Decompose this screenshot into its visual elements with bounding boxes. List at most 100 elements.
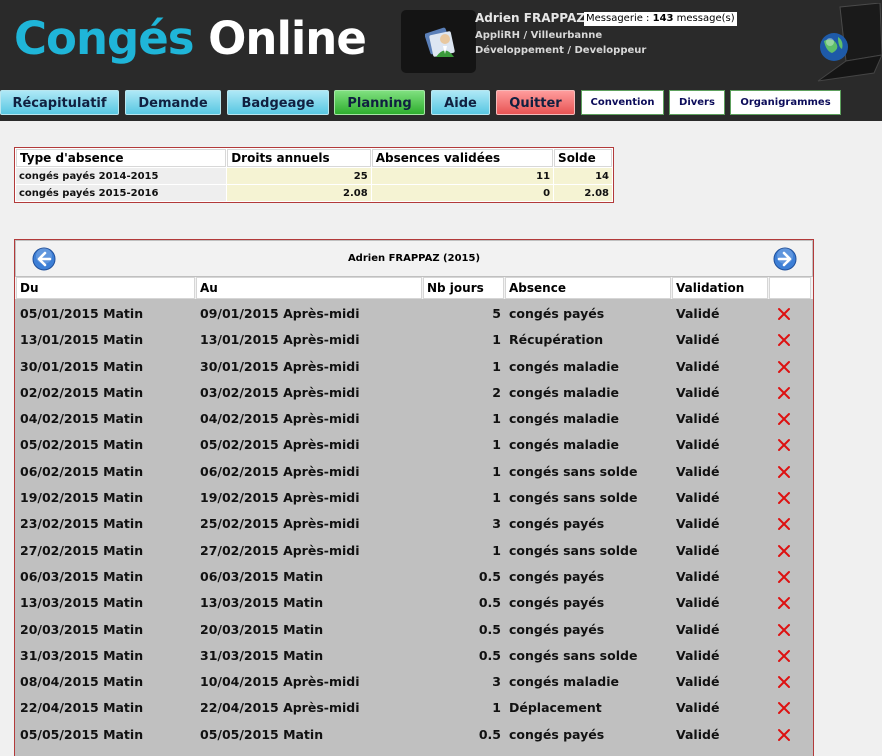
cell-du: 27/02/2015 Matin xyxy=(20,542,144,558)
cell-au: 25/02/2015 Après-midi xyxy=(200,516,360,532)
summary-cell-droits: 25 xyxy=(227,168,371,184)
red-x-icon[interactable] xyxy=(777,544,791,558)
cell-du: 13/01/2015 Matin xyxy=(20,332,144,348)
cell-absence: congés sans solde xyxy=(509,463,638,479)
cell-nb-jours: 1 xyxy=(492,437,501,453)
nav-badgeage-button[interactable]: Badgeage xyxy=(227,90,329,115)
cell-au: 13/01/2015 Après-midi xyxy=(200,332,360,348)
cell-nb-jours: 1 xyxy=(492,411,501,427)
red-x-icon[interactable] xyxy=(777,438,791,452)
cell-au: 04/02/2015 Après-midi xyxy=(200,411,360,427)
col-header-du[interactable]: Du xyxy=(16,277,195,299)
nav-quitter-button[interactable]: Quitter xyxy=(496,90,575,115)
red-x-icon[interactable] xyxy=(777,728,791,742)
table-row: 22/04/2015 Matin 22/04/2015 Après-midi 1 Dé… xyxy=(15,695,813,721)
cell-validation: Validé xyxy=(676,437,720,453)
table-row: 20/03/2015 Matin 20/03/2015 Matin 0.5 congé… xyxy=(15,617,813,643)
cell-du: 05/01/2015 Matin xyxy=(20,306,144,321)
table-row: 30/01/2015 Matin 30/01/2015 Après-midi 1 co… xyxy=(15,354,813,380)
col-header-nb-jours[interactable]: Nb jours xyxy=(423,277,504,299)
col-header-absence[interactable]: Absence xyxy=(505,277,671,299)
red-x-icon[interactable] xyxy=(777,701,791,715)
cell-validation: Validé xyxy=(676,516,720,532)
list-rows: 05/01/2015 Matin 09/01/2015 Après-midi 5 co… xyxy=(15,301,813,748)
red-x-icon[interactable] xyxy=(777,649,791,663)
cell-au: 05/05/2015 Matin xyxy=(200,726,324,742)
cell-nb-jours: 2 xyxy=(492,384,501,400)
col-header-au[interactable]: Au xyxy=(196,277,422,299)
cell-validation: Validé xyxy=(676,463,720,479)
list-header-bar: Adrien FRAPPAZ (2015) xyxy=(16,241,812,276)
red-x-icon[interactable] xyxy=(777,570,791,584)
cell-nb-jours: 1 xyxy=(492,700,501,716)
red-x-icon[interactable] xyxy=(777,623,791,637)
laptop-globe-icon xyxy=(817,3,882,82)
red-x-icon[interactable] xyxy=(777,386,791,400)
user-card-icon xyxy=(425,27,455,57)
nav-organigrammes-button[interactable]: Organigrammes xyxy=(730,90,841,115)
cell-au: 31/03/2015 Matin xyxy=(200,647,324,663)
user-department: Développement / Developpeur xyxy=(475,45,647,56)
red-x-icon[interactable] xyxy=(777,412,791,426)
cell-nb-jours: 1 xyxy=(492,542,501,558)
summary-row: congés payés 2014-2015 25 11 14 xyxy=(16,168,612,184)
nav-aide-button[interactable]: Aide xyxy=(431,90,490,115)
summary-cell-droits: 2.08 xyxy=(227,185,371,201)
user-avatar xyxy=(401,10,476,73)
summary-header-droits: Droits annuels xyxy=(227,149,371,167)
red-x-icon[interactable] xyxy=(777,491,791,505)
table-row: 08/04/2015 Matin 10/04/2015 Après-midi 3 co… xyxy=(15,669,813,695)
logo-part2: Online xyxy=(208,12,367,65)
cell-au: 19/02/2015 Après-midi xyxy=(200,490,360,506)
cell-nb-jours: 3 xyxy=(492,674,501,690)
cell-au: 30/01/2015 Après-midi xyxy=(200,358,360,374)
nav-recapitulatif-button[interactable]: Récapitulatif xyxy=(0,90,119,115)
arrow-right-circle-icon[interactable] xyxy=(773,247,797,271)
cell-au: 27/02/2015 Après-midi xyxy=(200,542,360,558)
cell-au: 06/02/2015 Après-midi xyxy=(200,463,360,479)
cell-validation: Validé xyxy=(676,384,720,400)
cell-validation: Validé xyxy=(676,726,720,742)
cell-absence: congés maladie xyxy=(509,437,620,453)
cell-validation: Validé xyxy=(676,306,720,321)
messages-link[interactable]: Messagerie : 143 message(s) xyxy=(584,12,737,26)
messages-count: 143 xyxy=(652,13,674,24)
nav-planning-button[interactable]: Planning xyxy=(334,90,425,115)
red-x-icon[interactable] xyxy=(777,333,791,347)
table-row: 19/02/2015 Matin 19/02/2015 Après-midi 1 co… xyxy=(15,485,813,511)
summary-header-solde: Solde xyxy=(554,149,612,167)
table-row: 04/02/2015 Matin 04/02/2015 Après-midi 1 co… xyxy=(15,406,813,432)
cell-nb-jours: 0.5 xyxy=(478,647,501,663)
nav-convention-button[interactable]: Convention xyxy=(581,90,664,115)
cell-absence: congés payés xyxy=(509,726,605,742)
red-x-icon[interactable] xyxy=(777,517,791,531)
cell-validation: Validé xyxy=(676,621,720,637)
red-x-icon[interactable] xyxy=(777,360,791,374)
cell-nb-jours: 5 xyxy=(492,306,501,321)
cell-du: 06/03/2015 Matin xyxy=(20,568,144,584)
nav-demande-button[interactable]: Demande xyxy=(125,90,221,115)
table-row: 05/02/2015 Matin 05/02/2015 Après-midi 1 co… xyxy=(15,432,813,458)
red-x-icon[interactable] xyxy=(777,675,791,689)
cell-validation: Validé xyxy=(676,568,720,584)
app-logo[interactable]: Congés Online xyxy=(14,11,367,67)
cell-du: 31/03/2015 Matin xyxy=(20,647,144,663)
cell-validation: Validé xyxy=(676,700,720,716)
cell-nb-jours: 1 xyxy=(492,332,501,348)
cell-absence: congés sans solde xyxy=(509,542,638,558)
cell-absence: congés maladie xyxy=(509,674,620,690)
red-x-icon[interactable] xyxy=(777,307,791,321)
col-header-validation[interactable]: Validation xyxy=(672,277,768,299)
summary-cell-absences: 0 xyxy=(371,185,554,201)
red-x-icon[interactable] xyxy=(777,596,791,610)
cell-nb-jours: 1 xyxy=(492,490,501,506)
cell-nb-jours: 0.5 xyxy=(478,595,501,611)
col-header-actions xyxy=(769,277,811,299)
summary-cell-type: congés payés 2014-2015 xyxy=(16,168,227,184)
cell-absence: Récupération xyxy=(509,332,604,348)
nav-divers-button[interactable]: Divers xyxy=(669,90,725,115)
cell-absence: congés payés xyxy=(509,516,605,532)
red-x-icon[interactable] xyxy=(777,465,791,479)
cell-absence: congés payés xyxy=(509,306,605,321)
cell-au: 20/03/2015 Matin xyxy=(200,621,324,637)
